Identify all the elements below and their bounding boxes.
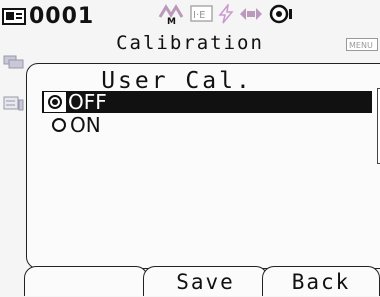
radio-wrap [44,92,66,112]
save-button[interactable]: Save [143,266,268,296]
radio-checked-icon [48,95,62,109]
svg-text:M: M [167,17,176,25]
status-bar: 0001 M I·E [0,0,380,29]
option-off[interactable]: OFF [42,90,372,114]
back-button[interactable]: Back [262,266,380,296]
softkey-left[interactable] [24,266,148,296]
lightning-icon [218,4,234,24]
option-label: OFF [68,90,107,114]
card-icon [2,7,26,25]
status-icons: M I·E [158,2,294,26]
screen-title: Calibration [116,32,264,54]
option-on[interactable]: ON [42,113,101,137]
battery-icon [269,4,292,24]
ie-icon: I·E [190,5,213,22]
option-label: ON [70,113,101,137]
stacked-pages-icon [3,55,24,69]
measure-mode-icon: M [158,4,184,25]
menu-indicator-label: MENU [349,41,373,50]
connection-icon [240,8,262,20]
menu-indicator: MENU [346,38,378,51]
svg-text:I·E: I·E [193,10,205,21]
measurement-id: 0001 [2,4,94,29]
document-list-icon [3,96,24,111]
radio-unchecked-icon [52,118,66,132]
